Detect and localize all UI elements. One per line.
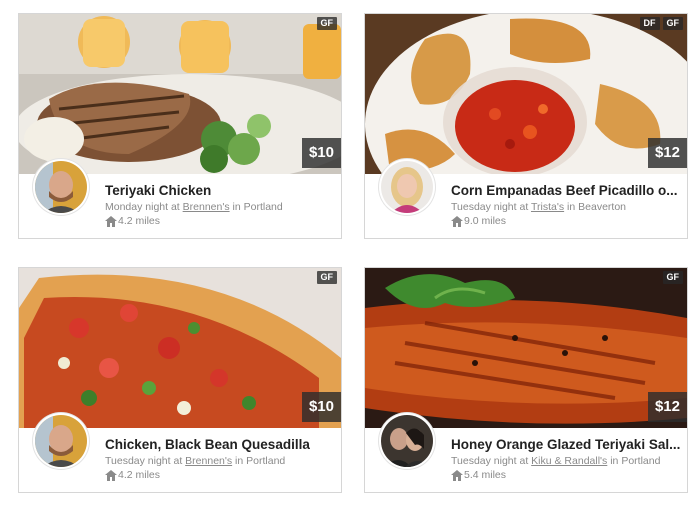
home-icon — [451, 469, 463, 481]
host-avatar[interactable] — [379, 159, 435, 215]
home-icon — [451, 215, 463, 227]
quesadilla-photo[interactable]: GF $10 — [19, 268, 341, 428]
gluten-free-badge: GF — [316, 271, 337, 284]
home-icon — [105, 469, 117, 481]
empanadas-photo[interactable]: DF GF $12 — [365, 14, 687, 174]
host-avatar[interactable] — [379, 413, 435, 469]
price-tag: $12 — [647, 138, 687, 168]
meal-card[interactable]: GF $12 Honey Orange Glazed Teriyaki Sal.… — [364, 267, 688, 493]
meal-title[interactable]: Corn Empanadas Beef Picadillo o... — [451, 183, 681, 198]
gluten-free-badge: GF — [662, 17, 683, 30]
host-link[interactable]: Trista's — [531, 201, 564, 213]
meal-title[interactable]: Honey Orange Glazed Teriyaki Sal... — [451, 437, 681, 452]
meal-card[interactable]: DF GF $12 Corn Empanadas Beef Picadillo … — [364, 13, 688, 239]
meal-meta: Tuesday night at Kiku & Randall's in Por… — [451, 455, 661, 467]
price-tag: $12 — [647, 392, 687, 422]
distance: 9.0 miles — [451, 215, 506, 227]
meal-card[interactable]: GF $10 Chicken, Black Bean Quesadilla Tu… — [18, 267, 342, 493]
host-link[interactable]: Kiku & Randall's — [531, 455, 607, 467]
glazed-salmon-photo[interactable]: GF $12 — [365, 268, 687, 428]
meal-title[interactable]: Teriyaki Chicken — [105, 183, 335, 198]
gluten-free-badge: GF — [662, 271, 683, 284]
meal-meta: Tuesday night at Trista's in Beaverton — [451, 201, 627, 213]
meal-meta: Tuesday night at Brennen's in Portland — [105, 455, 286, 467]
price-tag: $10 — [301, 138, 341, 168]
distance: 4.2 miles — [105, 469, 160, 481]
distance: 5.4 miles — [451, 469, 506, 481]
distance: 4.2 miles — [105, 215, 160, 227]
host-avatar[interactable] — [33, 159, 89, 215]
meal-meta: Monday night at Brennen's in Portland — [105, 201, 283, 213]
price-tag: $10 — [301, 392, 341, 422]
host-link[interactable]: Brennen's — [185, 455, 232, 467]
dairy-free-badge: DF — [639, 17, 660, 30]
host-avatar[interactable] — [33, 413, 89, 469]
home-icon — [105, 215, 117, 227]
teriyaki-chicken-photo[interactable]: GF $10 — [19, 14, 341, 174]
meal-title[interactable]: Chicken, Black Bean Quesadilla — [105, 437, 335, 452]
meal-card[interactable]: GF $10 Teriyaki Chicken Monday night at … — [18, 13, 342, 239]
gluten-free-badge: GF — [316, 17, 337, 30]
host-link[interactable]: Brennen's — [183, 201, 230, 213]
